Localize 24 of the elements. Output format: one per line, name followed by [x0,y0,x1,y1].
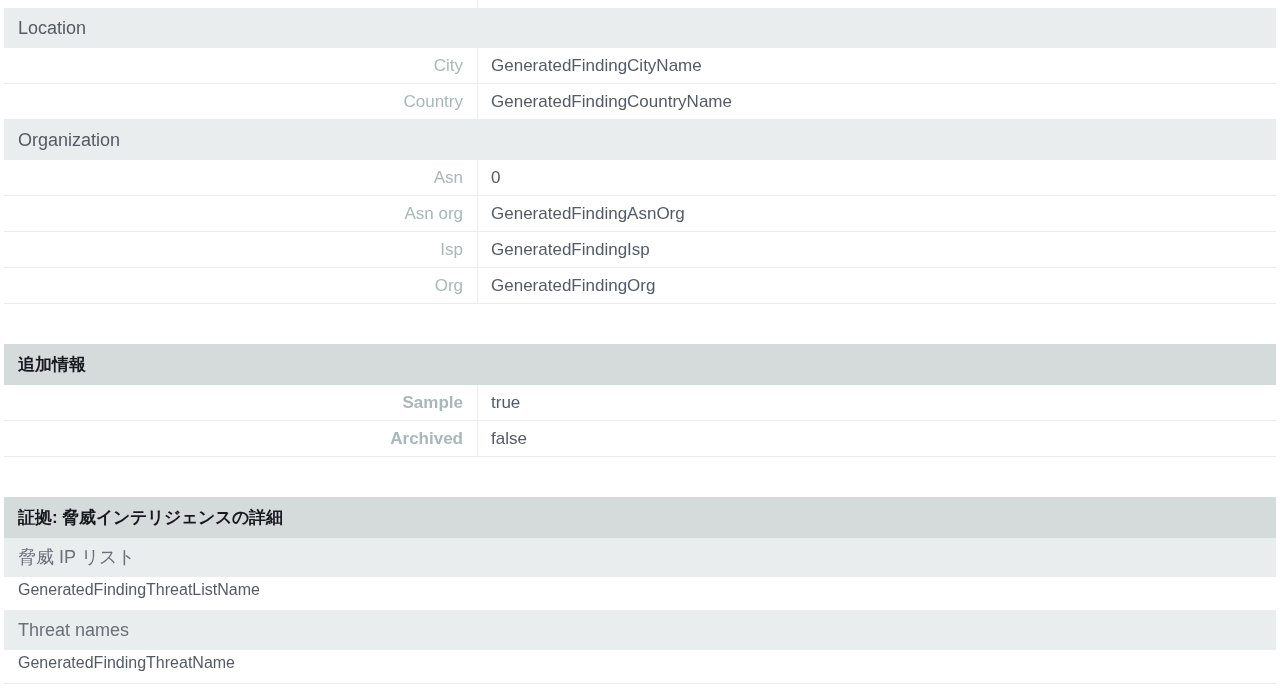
field-value: GeneratedFindingCityName [491,56,702,75]
field-value: GeneratedFindingIsp [491,240,650,259]
field-label: Org [434,276,463,295]
section-header: 追加情報 [4,344,1276,385]
field-label: Sample [402,393,463,412]
field-value: GeneratedFindingAsnOrg [491,204,685,223]
group-header: Organization [4,120,1276,160]
field-value: GeneratedFindingCountryName [491,92,732,111]
list-value: GeneratedFindingThreatListName [18,581,260,598]
section-header: 証拠: 脅威インテリジェンスの詳細 [4,497,1276,538]
field-value: GeneratedFindingOrg [491,276,656,295]
list-header: Threat names [4,611,1276,650]
field-value: true [491,393,521,412]
field-label: Asn [433,168,463,187]
field-label: Isp [440,240,463,259]
list-header: 脅威 IP リスト [4,538,1276,577]
list-value: GeneratedFindingThreatName [18,654,235,671]
field-label: Country [403,92,463,111]
field-label: Archived [390,429,463,448]
field-value: false [491,429,527,448]
group-header: Location [4,8,1276,48]
field-value: 0 [491,168,501,187]
field-label: City [433,56,463,75]
field-label: Asn org [404,204,463,223]
